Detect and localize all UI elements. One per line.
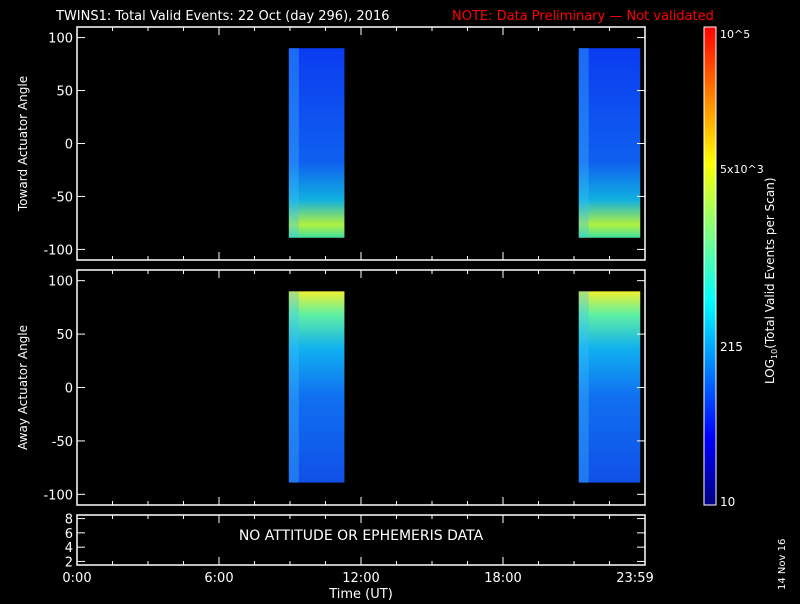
y-axis-label: Away Actuator Angle [16,325,30,450]
x-tick-label: 18:00 [484,571,521,586]
panel-frame [76,269,646,506]
spectrogram-edge-stripe [578,291,589,483]
y-tick-label: -50 [52,435,73,450]
colorbar-tick-10: 10 [720,495,735,509]
panel-frame [76,26,646,261]
twins-plot: TWINS1: Total Valid Events: 22 Oct (day … [16,9,788,602]
y-tick-label: 0 [65,138,73,153]
y-tick-label: 50 [56,328,73,343]
y-tick-label: 2 [65,555,73,570]
spectrogram-edge-stripe [288,48,299,238]
plot-title: TWINS1: Total Valid Events: 22 Oct (day … [55,9,390,24]
y-tick-label: 4 [65,541,73,556]
spectrogram-edge-stripe [288,291,299,483]
x-tick-label: 12:00 [342,571,379,586]
y-tick-label: 100 [48,32,73,47]
y-tick-label: 50 [56,85,73,100]
preliminary-note: NOTE: Data Preliminary — Not validated [452,9,714,24]
colorbar-tick-5e3: 5x10^3 [720,163,764,176]
colorbar-scale [703,26,717,506]
x-tick-label: 6:00 [204,571,233,586]
colorbar-label: LOG10(Total Valid Events per Scan) [763,177,779,384]
date-stamp: 14 Nov 16 [777,539,788,590]
y-tick-label: 100 [48,275,73,290]
panel-3: 8642 NO ATTITUDE OR EPHEMERIS DATA [65,513,646,570]
no-data-message: NO ATTITUDE OR EPHEMERIS DATA [239,528,484,544]
y-tick-label: -100 [43,243,73,258]
y-tick-label: -50 [52,190,73,205]
y-axis-label: Toward Actuator Angle [16,76,30,212]
spectrogram-edge-stripe [578,48,589,238]
y-tick-label: 6 [65,527,73,542]
x-tick-label: 23:59 [616,571,653,586]
colorbar-tick-215: 215 [720,340,743,354]
colorbar-tick-1e5: 10^5 [720,28,750,41]
panel-2: 100 50 0 -50 -100 Away Actuator Angle [16,269,646,506]
y-tick-label: -100 [43,488,73,503]
colorbar: 10^5 5x10^3 215 10 LOG10(Total Valid Eve… [703,26,779,509]
x-tick-label: 0:00 [62,571,91,586]
y-tick-label: 8 [65,513,73,528]
panel-1: 100 50 0 -50 -100 Toward Actuator Angle [16,26,646,261]
x-axis-label: Time (UT) [328,587,393,600]
y-tick-label: 0 [65,382,73,397]
